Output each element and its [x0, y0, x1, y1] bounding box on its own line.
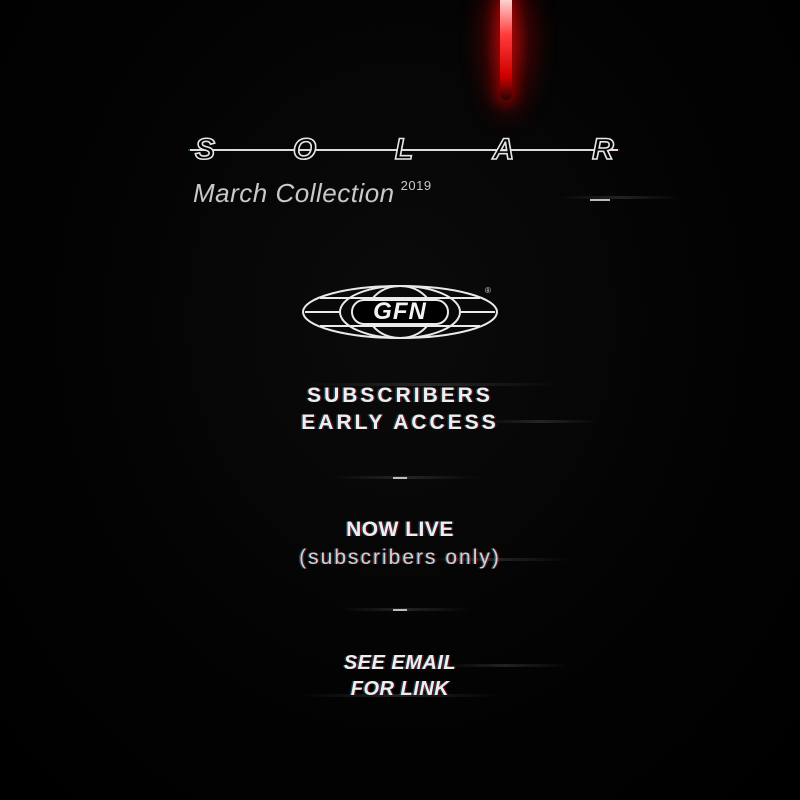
subtitle-year: 2019 — [400, 178, 432, 193]
registered-mark: ® — [485, 286, 491, 295]
title-letter: A — [492, 132, 515, 167]
collection-subtitle: March Collection 2019 — [193, 178, 432, 209]
early-access-heading: SUBSCRIBERS EARLY ACCESS — [0, 382, 800, 436]
divider-dash — [393, 609, 407, 611]
poster: S O L A R March Collection 2019 GFN ® SU… — [0, 0, 800, 800]
email-cta-line1: SEE EMAIL — [343, 652, 457, 674]
live-status-line1: NOW LIVE — [346, 518, 454, 541]
live-status: NOW LIVE (subscribers only) — [0, 516, 800, 572]
divider-dash — [590, 199, 610, 201]
subtitle-text: March Collection — [193, 178, 395, 208]
email-cta-line2: FOR LINK — [350, 678, 450, 700]
early-access-line1: SUBSCRIBERS — [307, 384, 493, 407]
collection-title: S O L A R — [190, 132, 618, 168]
brand-logo: GFN — [300, 283, 500, 341]
divider-dash — [393, 477, 407, 479]
glitch-line — [560, 196, 680, 199]
logo-text: GFN — [373, 298, 427, 325]
title-letter: R — [591, 132, 614, 167]
email-cta: SEE EMAIL FOR LINK — [0, 650, 800, 702]
red-light-streak — [500, 0, 512, 100]
live-status-line2: (subscribers only) — [299, 546, 501, 569]
title-letter: L — [394, 132, 414, 167]
title-letters: S O L A R — [190, 132, 618, 168]
early-access-line2: EARLY ACCESS — [301, 411, 499, 434]
title-letter: S — [194, 132, 216, 167]
title-letter: O — [292, 132, 317, 167]
